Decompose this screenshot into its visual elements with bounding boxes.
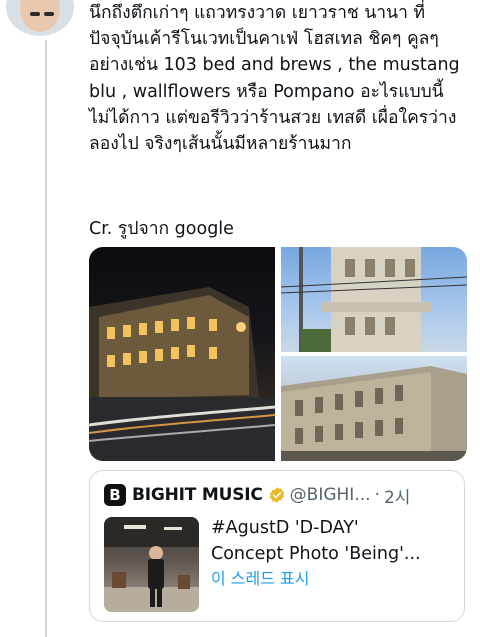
account-name[interactable]: BIGHIT MUSIC (132, 485, 263, 505)
account-handle[interactable]: @BIGHI... (290, 485, 371, 505)
tweet-timestamp[interactable]: 2시 (384, 483, 410, 508)
quoted-tweet-text: #AgustD 'D-DAY' Concept Photo 'Being'... (211, 515, 451, 567)
gold-verified-badge-icon (269, 487, 284, 503)
old-shophouse-row-photo[interactable] (281, 356, 467, 461)
separator-dot: · (374, 485, 380, 505)
post-body: นึกถึงตึกเก่าๆ แถวทรงวาด เยาวราช นานา ที… (89, 0, 467, 157)
quoted-tweet-text-line-2: Concept Photo 'Being'... (211, 544, 421, 564)
avatar[interactable] (6, 0, 74, 36)
colonial-building-photo[interactable] (281, 247, 467, 352)
show-thread-link[interactable]: 이 스레드 표시 (211, 568, 310, 590)
account-logo-icon: B (104, 484, 126, 506)
post-text: นึกถึงตึกเก่าๆ แถวทรงวาด เยาวราช นานา ที… (89, 3, 460, 155)
night-street-building-photo[interactable] (89, 247, 275, 461)
post-credit: Cr. รูปจาก google (89, 219, 234, 239)
media-grid (89, 247, 467, 461)
quoted-tweet-text-line-1: #AgustD 'D-DAY' (211, 518, 359, 538)
quoted-tweet-thumbnail[interactable] (104, 517, 199, 612)
quoted-tweet-header: B BIGHIT MUSIC @BIGHI... · 2시 (104, 483, 410, 508)
thread-connector-line (45, 40, 47, 637)
quoted-tweet-card[interactable]: B BIGHIT MUSIC @BIGHI... · 2시 #AgustD 'D… (89, 470, 465, 622)
